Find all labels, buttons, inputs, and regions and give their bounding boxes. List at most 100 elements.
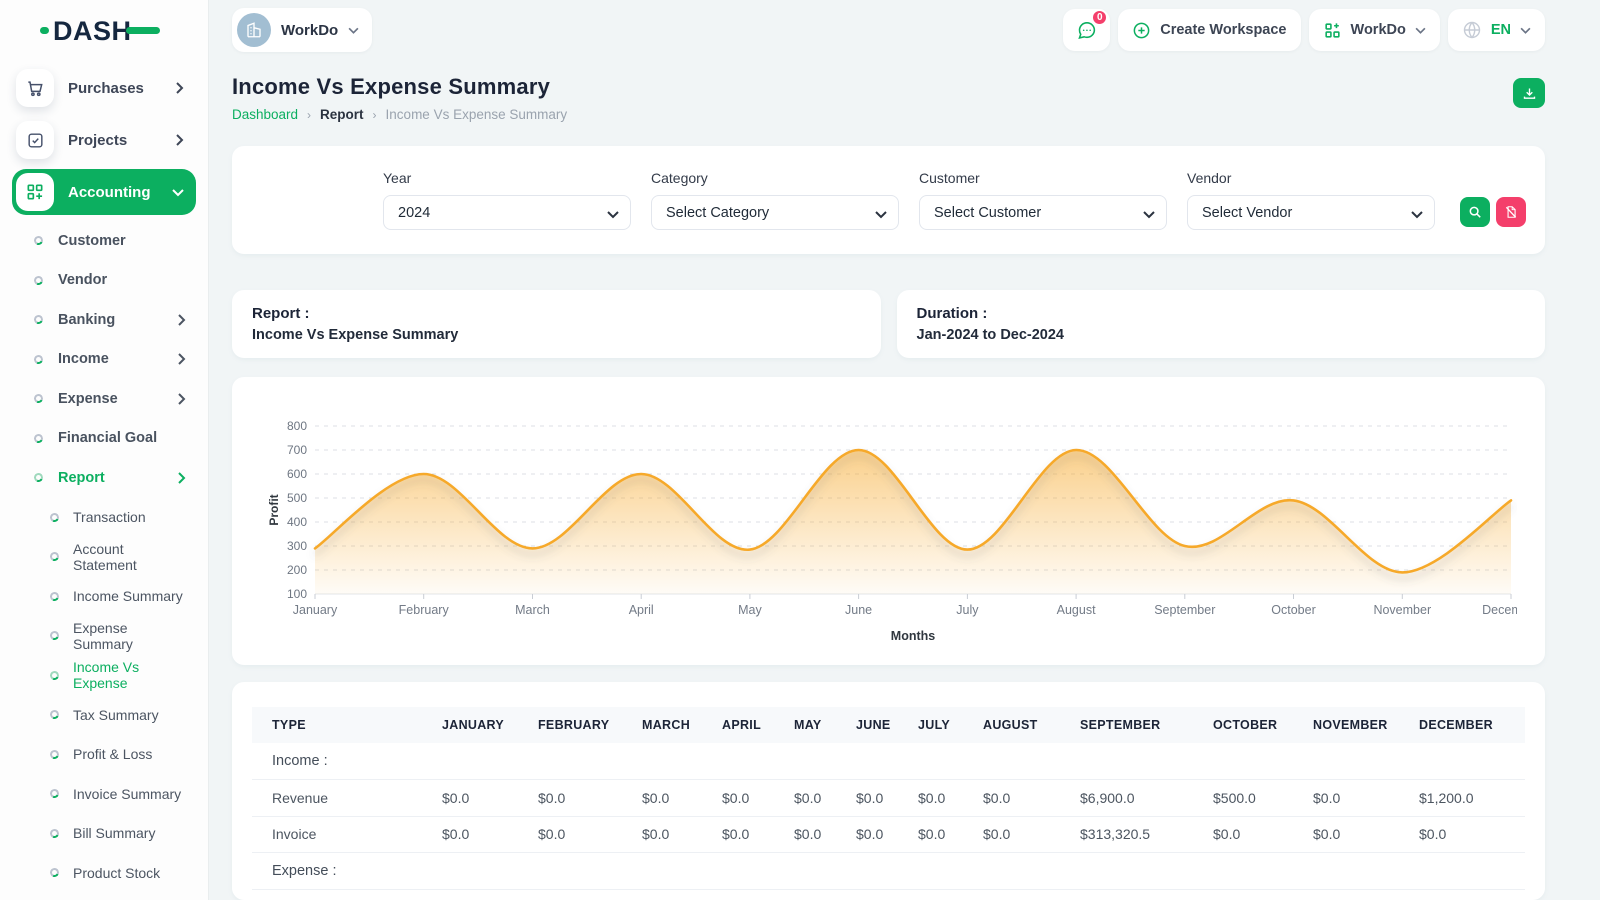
- cell-value: $0.0: [714, 780, 786, 817]
- workspace-selector[interactable]: WorkDo: [232, 8, 372, 52]
- bullet-icon: [49, 590, 61, 602]
- duration-card-value: Jan-2024 to Dec-2024: [917, 327, 1526, 343]
- column-header: DECEMBER: [1411, 707, 1525, 743]
- messages-button[interactable]: 0: [1063, 9, 1110, 51]
- svg-text:300: 300: [287, 539, 307, 553]
- chevron-down-icon: [607, 207, 619, 223]
- year-select[interactable]: 2024: [383, 195, 631, 230]
- sidebar-item-invoice-summary[interactable]: Invoice Summary: [0, 774, 208, 814]
- language-selector[interactable]: EN: [1448, 9, 1545, 51]
- column-header: NOVEMBER: [1305, 707, 1411, 743]
- sidebar-item-bill-summary[interactable]: Bill Summary: [0, 814, 208, 854]
- breadcrumb-item[interactable]: Report: [320, 107, 364, 122]
- svg-text:November: November: [1373, 603, 1431, 617]
- cell-value: $313,320.5: [1072, 816, 1205, 853]
- sidebar-item-label: Purchases: [68, 80, 161, 97]
- sidebar-item-income-summary[interactable]: Income Summary: [0, 577, 208, 617]
- svg-text:Months: Months: [891, 629, 935, 643]
- download-report-button[interactable]: [1513, 78, 1545, 108]
- plus-circle-icon: [1132, 21, 1151, 40]
- bullet-icon: [49, 748, 61, 760]
- breadcrumb: Dashboard›Report›Income Vs Expense Summa…: [232, 107, 567, 122]
- vendor-select[interactable]: Select Vendor: [1187, 195, 1435, 230]
- profit-chart-card: 800700600500400300200100JanuaryFebruaryM…: [232, 377, 1545, 665]
- sidebar-item-financial-goal[interactable]: Financial Goal: [0, 419, 208, 459]
- year-filter-label: Year: [383, 170, 631, 186]
- bullet-icon: [49, 511, 61, 523]
- table-row: Invoice$0.0$0.0$0.0$0.0$0.0$0.0$0.0$0.0$…: [252, 816, 1525, 853]
- sidebar-item-label: Vendor: [58, 272, 186, 288]
- chevron-down-icon: [1415, 27, 1426, 34]
- chevron-down-icon: [348, 27, 359, 34]
- sidebar-item-label: Expense Summary: [73, 620, 186, 652]
- sidebar-item-tax-summary[interactable]: Tax Summary: [0, 695, 208, 735]
- sidebar-item-income[interactable]: Income: [0, 340, 208, 380]
- workspace-name: WorkDo: [281, 22, 338, 39]
- sidebar-item-label: Income Summary: [73, 588, 186, 604]
- apply-filter-button[interactable]: [1460, 197, 1490, 227]
- customer-select[interactable]: Select Customer: [919, 195, 1167, 230]
- breadcrumb-separator: ›: [373, 108, 377, 122]
- sidebar-item-purchases[interactable]: Purchases: [12, 65, 196, 111]
- sidebar-item-profit-loss[interactable]: Profit & Loss: [0, 735, 208, 775]
- table-row: Revenue$0.0$0.0$0.0$0.0$0.0$0.0$0.0$0.0$…: [252, 780, 1525, 817]
- column-header: SEPTEMBER: [1072, 707, 1205, 743]
- sidebar-item-banking[interactable]: Banking: [0, 300, 208, 340]
- report-summary-card: Report : Income Vs Expense Summary: [232, 290, 881, 358]
- main-content: WorkDo 0 Create Workspace: [208, 0, 1600, 900]
- chevron-right-icon: [175, 134, 184, 146]
- bullet-icon: [33, 314, 45, 326]
- create-workspace-label: Create Workspace: [1160, 22, 1286, 38]
- create-workspace-button[interactable]: Create Workspace: [1118, 9, 1300, 51]
- cell-value: $0.0: [434, 780, 530, 817]
- sidebar-item-projects[interactable]: Projects: [12, 117, 196, 163]
- sidebar-item-label: Report: [58, 470, 162, 486]
- app-logo[interactable]: DASH: [0, 0, 208, 61]
- sidebar-item-label: Tax Summary: [73, 707, 186, 723]
- column-header: MAY: [786, 707, 848, 743]
- breadcrumb-item[interactable]: Dashboard: [232, 107, 298, 122]
- bullet-icon: [33, 235, 45, 247]
- bullet-icon: [49, 709, 61, 721]
- sidebar-item-expense[interactable]: Expense: [0, 379, 208, 419]
- cell-value: $1,200.0: [1411, 780, 1525, 817]
- sidebar-item-product-stock[interactable]: Product Stock: [0, 853, 208, 893]
- cell-value: $0.0: [786, 780, 848, 817]
- sidebar-item-label: Bill Summary: [73, 825, 186, 841]
- customer-filter-label: Customer: [919, 170, 1167, 186]
- chevron-down-icon: [875, 207, 887, 223]
- workspace-switcher[interactable]: WorkDo: [1309, 9, 1440, 51]
- sidebar: DASH Purchases Projects Accounting Customer…: [0, 0, 208, 900]
- sidebar-item-label: Financial Goal: [58, 430, 186, 446]
- svg-text:200: 200: [287, 563, 307, 577]
- sidebar-item-label: Invoice Summary: [73, 786, 186, 802]
- sidebar-item-vendor[interactable]: Vendor: [0, 261, 208, 301]
- vendor-select-value: Select Vendor: [1202, 205, 1292, 221]
- chevron-down-icon: [1411, 207, 1423, 223]
- reset-filter-button[interactable]: [1496, 197, 1526, 227]
- bullet-icon: [49, 827, 61, 839]
- year-select-value: 2024: [398, 205, 430, 221]
- bullet-icon: [33, 472, 45, 484]
- svg-text:March: March: [515, 603, 550, 617]
- language-label: EN: [1491, 22, 1511, 38]
- breadcrumb-separator: ›: [307, 108, 311, 122]
- sidebar-item-transaction[interactable]: Transaction: [0, 498, 208, 538]
- sidebar-item-label: Customer: [58, 233, 186, 249]
- sidebar-menu: Purchases Projects Accounting Customer Vendo…: [0, 61, 208, 900]
- svg-text:400: 400: [287, 515, 307, 529]
- category-select-value: Select Category: [666, 205, 769, 221]
- sidebar-item-income-vs-expense[interactable]: Income Vs Expense: [0, 656, 208, 696]
- row-type: Revenue: [252, 780, 434, 817]
- sidebar-item-accounting[interactable]: Accounting: [12, 169, 196, 215]
- svg-text:July: July: [956, 603, 979, 617]
- bullet-icon: [49, 788, 61, 800]
- sidebar-item-cash-flow[interactable]: Cash Flow: [0, 893, 208, 900]
- sidebar-item-report[interactable]: Report: [0, 458, 208, 498]
- dash-logo-icon: DASH: [40, 14, 162, 46]
- sidebar-item-customer[interactable]: Customer: [0, 221, 208, 261]
- sidebar-item-label: Account Statement: [73, 541, 186, 573]
- category-select[interactable]: Select Category: [651, 195, 899, 230]
- sidebar-item-expense-summary[interactable]: Expense Summary: [0, 616, 208, 656]
- sidebar-item-account-statement[interactable]: Account Statement: [0, 537, 208, 577]
